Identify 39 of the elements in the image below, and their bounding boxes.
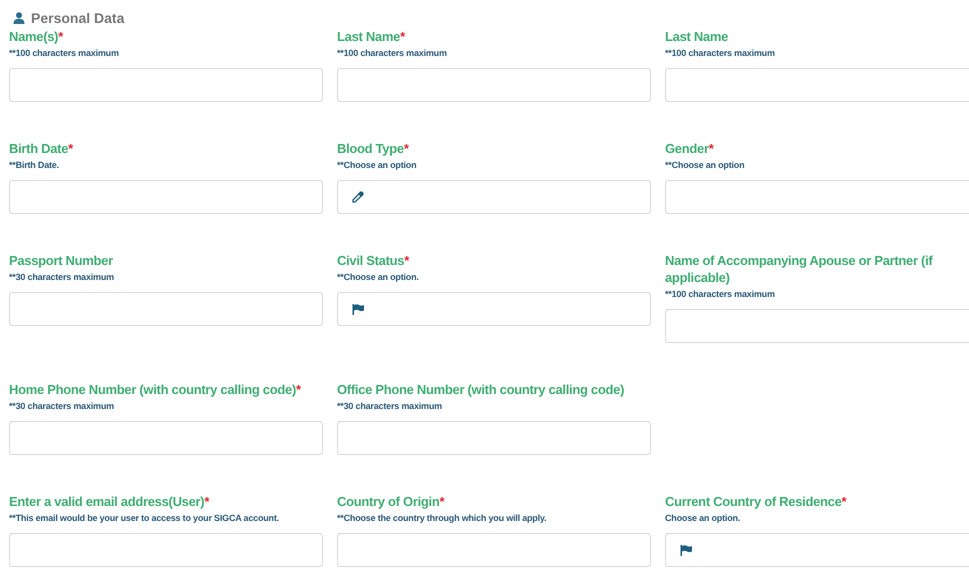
field-label: Civil Status: [337, 253, 404, 268]
required-mark: *: [404, 141, 409, 156]
section-title: Personal Data: [31, 10, 124, 26]
field-label: Blood Type: [337, 141, 404, 156]
field-hint: **100 characters maximum: [337, 48, 448, 58]
field-hint: **Choose an option: [665, 160, 746, 170]
field-label: Last Name: [337, 29, 400, 44]
field-hint: **30 characters maximum: [9, 272, 115, 282]
field-label: Birth Date: [9, 141, 68, 156]
required-mark: *: [404, 253, 409, 268]
field-label: Current Country of Residence: [665, 494, 842, 509]
field-label: Passport Number: [9, 253, 113, 268]
required-mark: *: [204, 494, 210, 509]
required-mark: *: [400, 29, 405, 44]
required-mark: *: [68, 141, 73, 156]
field-label: Last Name: [665, 29, 728, 44]
required-mark: *: [440, 494, 444, 509]
field-label: Gender: [665, 141, 709, 156]
field-hint: **30 characters maximum: [9, 401, 115, 411]
required-mark: *: [296, 382, 301, 397]
field-label: Office Phone Number (with country calling code): [337, 382, 624, 397]
required-mark: *: [708, 141, 714, 156]
field-hint: **100 characters maximum: [665, 289, 776, 299]
required-mark: *: [842, 494, 846, 509]
field-hint: **100 characters maximum: [9, 48, 120, 58]
field-hint: **Choose an option.: [337, 272, 420, 282]
field-hint: Choose an option.: [665, 513, 742, 523]
field-hint: **Birth Date.: [9, 160, 60, 170]
field-hint: **100 characters maximum: [665, 48, 776, 58]
field-hint: **This email would be your user to access to your SIGCA account.: [9, 513, 280, 523]
field-hint: **Choose the country through which you will apply.: [337, 513, 548, 523]
required-mark: *: [58, 29, 63, 44]
field-label: Enter a valid email address(User): [9, 494, 204, 509]
field-label: Name(s): [9, 29, 58, 44]
field-hint: **Choose an option: [337, 160, 418, 170]
field-label: Home Phone Number (with country calling code): [9, 382, 296, 397]
field-label: Name of Accompanying Apouse or Partner (if applicable): [665, 253, 932, 285]
field-hint: **30 characters maximum: [337, 401, 443, 411]
field-label: Country of Origin: [337, 494, 440, 509]
